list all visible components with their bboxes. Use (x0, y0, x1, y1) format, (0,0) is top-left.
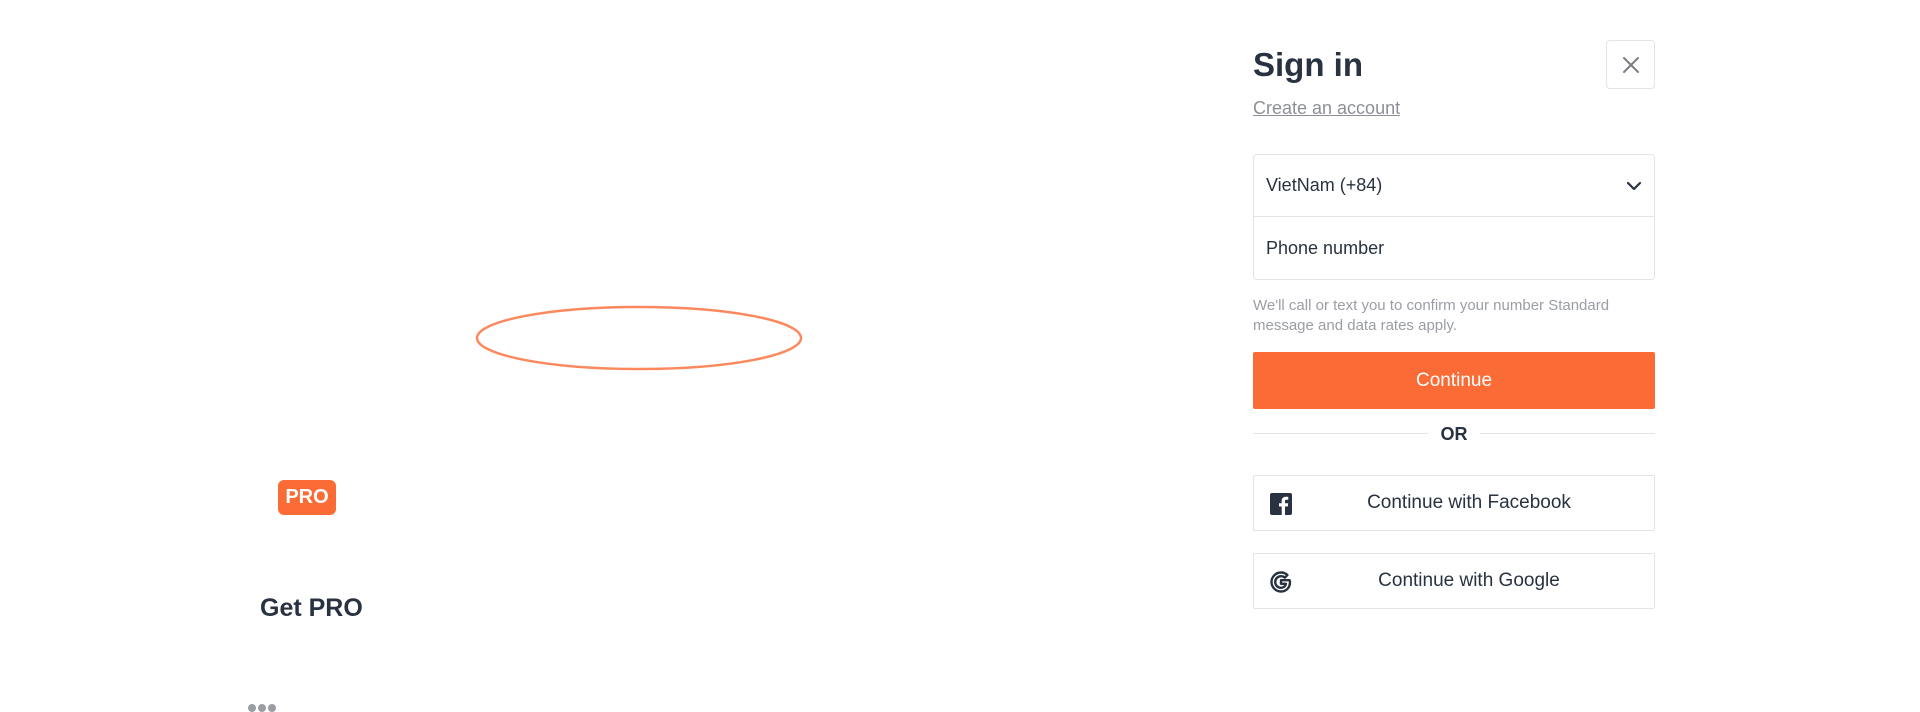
more-dots-icon[interactable] (248, 704, 276, 712)
google-icon (1270, 571, 1292, 593)
or-label: OR (1440, 424, 1468, 444)
country-value: VietNam (+84) (1266, 175, 1383, 195)
loading-spinner-icon (475, 305, 803, 371)
confirmation-hint: We'll call or text you to confirm your n… (1253, 297, 1610, 334)
or-divider: OR (1253, 422, 1655, 446)
divider-line (1480, 433, 1655, 434)
phone-number-input[interactable] (1254, 217, 1654, 279)
continue-button[interactable]: Continue (1253, 352, 1655, 409)
facebook-icon (1270, 493, 1292, 515)
continue-with-google-button[interactable]: Continue with Google (1253, 553, 1655, 609)
country-select[interactable]: VietNam (+84) (1254, 155, 1654, 217)
signin-title: Sign in (1253, 46, 1363, 83)
close-icon (1622, 56, 1639, 73)
pro-badge: PRO (278, 480, 336, 515)
google-label: Continue with Google (1378, 570, 1560, 591)
page: PRO Get PRO Sign in Create an account Vi… (0, 0, 1920, 712)
close-button[interactable] (1606, 40, 1655, 89)
phone-form: VietNam (+84) (1253, 154, 1655, 280)
create-account-link[interactable]: Create an account (1253, 98, 1400, 119)
continue-with-facebook-button[interactable]: Continue with Facebook (1253, 475, 1655, 531)
chevron-down-icon (1626, 181, 1642, 190)
get-pro-title[interactable]: Get PRO (260, 594, 363, 623)
facebook-label: Continue with Facebook (1367, 492, 1571, 513)
